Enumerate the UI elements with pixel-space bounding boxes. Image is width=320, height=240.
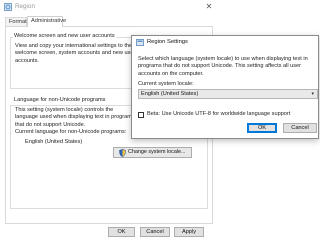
system-locale-dropdown[interactable]: English (United States) ▾: [138, 89, 318, 99]
utf8-beta-label: Beta: Use Unicode UTF-8 for worldwide la…: [147, 111, 291, 117]
unicode-group-title: Language for non-Unicode programs: [13, 97, 107, 103]
tab-formats[interactable]: Formats: [5, 17, 30, 26]
dialog-ok-button[interactable]: OK: [247, 123, 277, 133]
region-globe-icon: [4, 3, 12, 11]
close-icon[interactable]: ✕: [204, 2, 214, 12]
dialog-title: Region Settings: [147, 39, 188, 45]
uac-shield-icon: [119, 149, 126, 157]
system-locale-value: English (United States): [141, 91, 199, 97]
region-window-title: Region: [15, 3, 35, 10]
tab-administrative[interactable]: Administrative: [27, 16, 66, 27]
welcome-description: View and copy your international setting…: [15, 43, 136, 64]
utf8-beta-checkbox[interactable]: [138, 112, 144, 118]
chevron-down-icon: ▾: [311, 91, 314, 97]
region-ok-button[interactable]: OK: [108, 227, 135, 237]
system-locale-label: Current system locale:: [138, 81, 194, 87]
change-system-locale-button[interactable]: Change system locale...: [113, 147, 192, 158]
region-titlebar[interactable]: Region ✕: [0, 0, 216, 14]
change-system-locale-label: Change system locale...: [128, 149, 186, 155]
dialog-description: Select which language (system locale) to…: [138, 56, 308, 77]
current-language-value: English (United States): [25, 139, 83, 145]
dialog-titlebar[interactable]: Region Settings: [132, 36, 318, 49]
unicode-description: This setting (system locale) controls th…: [15, 107, 135, 128]
region-apply-button[interactable]: Apply: [174, 227, 204, 237]
region-cancel-button[interactable]: Cancel: [140, 227, 170, 237]
welcome-group-title: Welcome screen and new user accounts: [13, 33, 116, 39]
dialog-cancel-button[interactable]: Cancel: [283, 123, 317, 133]
region-globe-icon: [136, 39, 144, 46]
region-settings-dialog: Region Settings Select which language (s…: [131, 35, 319, 139]
region-tab-strip: Formats Administrative: [5, 16, 213, 27]
